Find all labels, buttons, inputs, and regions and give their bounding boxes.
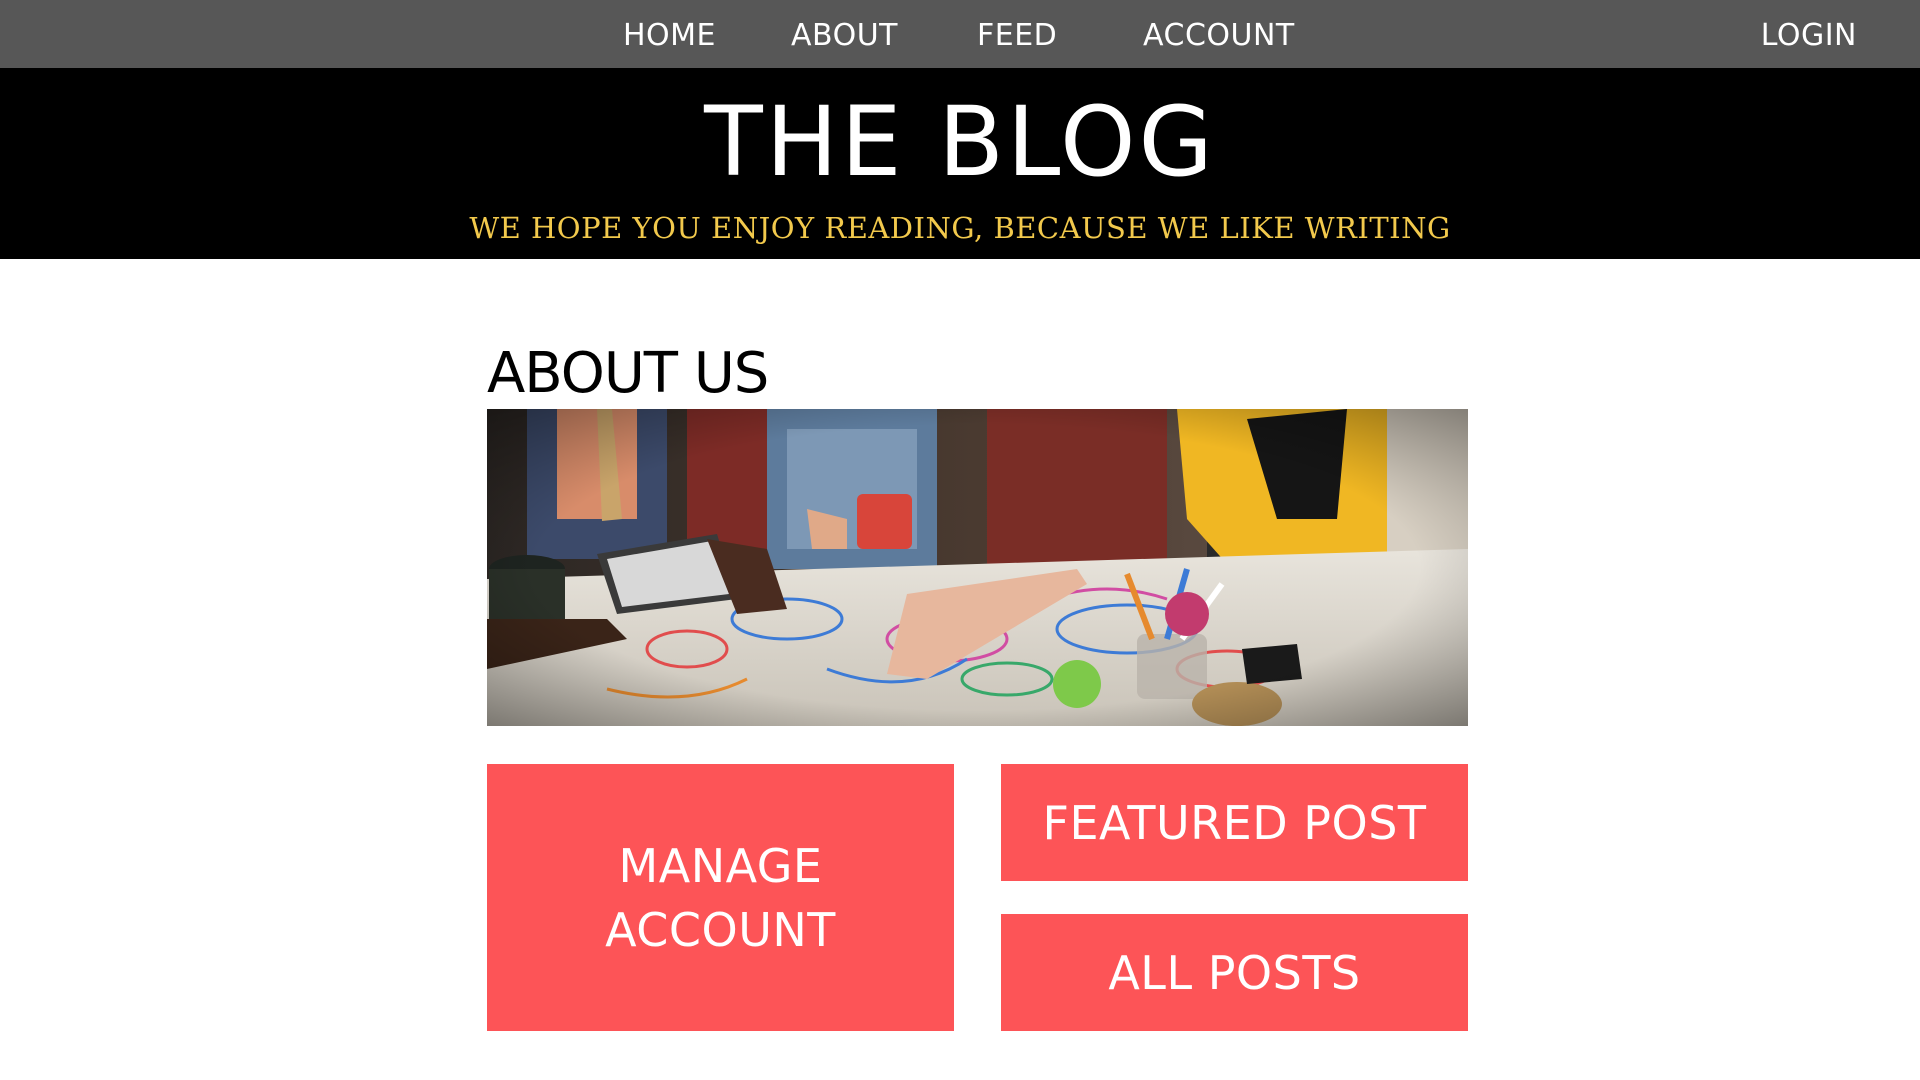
nav-link-about[interactable]: ABOUT xyxy=(791,0,898,68)
site-tagline: WE HOPE YOU ENJOY READING, BECAUSE WE LI… xyxy=(469,211,1451,245)
about-us-heading: ABOUT US xyxy=(487,341,769,406)
top-navigation: HOME ABOUT FEED ACCOUNT LOGIN xyxy=(0,0,1920,68)
login-link[interactable]: LOGIN xyxy=(1761,0,1857,68)
all-posts-button[interactable]: ALL POSTS xyxy=(1001,914,1468,1031)
about-us-photo xyxy=(487,409,1468,726)
site-title: THE BLOG xyxy=(704,86,1216,198)
manage-account-button[interactable]: MANAGE ACCOUNT xyxy=(487,764,954,1031)
team-collaboration-image xyxy=(487,409,1468,726)
nav-link-feed[interactable]: FEED xyxy=(977,0,1057,68)
nav-link-account[interactable]: ACCOUNT xyxy=(1143,0,1295,68)
blog-banner: THE BLOG WE HOPE YOU ENJOY READING, BECA… xyxy=(0,68,1920,259)
featured-post-button[interactable]: FEATURED POST xyxy=(1001,764,1468,881)
nav-link-home[interactable]: HOME xyxy=(623,0,716,68)
